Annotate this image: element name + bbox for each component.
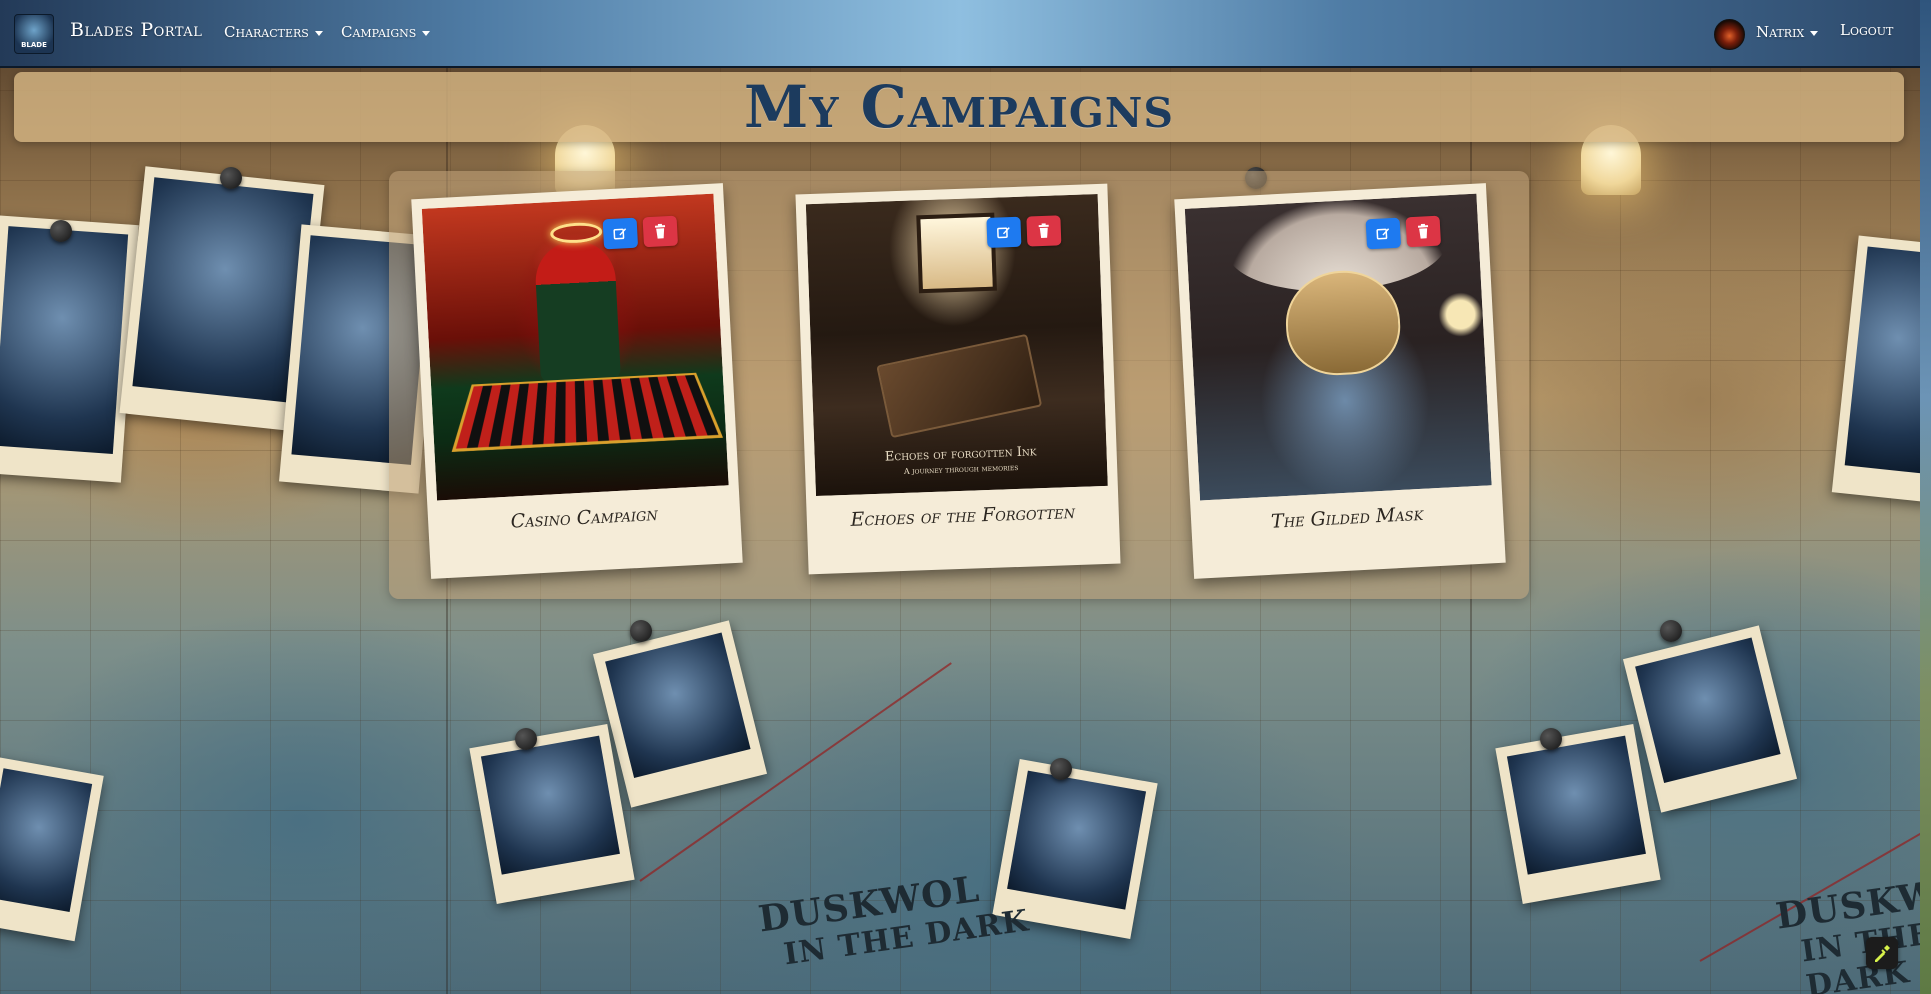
title-banner: My Campaigns [14, 72, 1904, 142]
user-name: Natrix [1756, 23, 1805, 41]
trash-icon [1038, 223, 1049, 239]
user-avatar[interactable] [1714, 19, 1745, 50]
portrait-photo [1495, 724, 1661, 904]
pushpin [515, 728, 537, 750]
campaign-image[interactable]: Echoes of forgotten Ink A journey throug… [805, 194, 1108, 497]
pushpin [1540, 728, 1562, 750]
caret-down-icon [422, 30, 431, 36]
edit-campaign-button[interactable] [1365, 217, 1402, 250]
brand-name[interactable]: Blades Portal [70, 19, 202, 41]
caret-down-icon [1810, 30, 1819, 36]
pencil-square-icon [613, 228, 627, 240]
eyedropper-icon [1875, 945, 1890, 962]
user-menu-dropdown[interactable]: Natrix [1756, 23, 1819, 41]
campaign-title: Echoes of the Forgotten [850, 501, 1076, 531]
brand-logo[interactable]: BLADE [14, 14, 54, 54]
logout-link[interactable]: Logout [1840, 21, 1893, 39]
delete-campaign-button[interactable] [642, 215, 679, 248]
pencil-square-icon [1376, 228, 1390, 240]
caret-down-icon [314, 30, 323, 36]
pushpin [1050, 758, 1072, 780]
edit-campaign-button[interactable] [602, 217, 639, 250]
campaign-card[interactable]: The Gilded Mask [1174, 183, 1506, 579]
pushpin [220, 167, 242, 189]
nav-characters-dropdown[interactable]: Characters [224, 23, 323, 41]
portrait-photo [0, 215, 139, 483]
cover-text: Echoes of forgotten Ink A journey throug… [884, 444, 1037, 476]
eyedropper-widget-button[interactable] [1866, 937, 1898, 969]
pushpin [630, 620, 652, 642]
campaign-title: Casino Campaign [510, 502, 659, 533]
window-edge [1920, 0, 1931, 994]
pushpin [50, 220, 72, 242]
pushpin [1660, 620, 1682, 642]
campaign-image[interactable] [421, 193, 729, 501]
campaigns-panel: Casino Campaign Echoes of forgotten Ink … [389, 171, 1529, 599]
campaign-card[interactable]: Echoes of forgotten Ink A journey throug… [795, 183, 1121, 575]
portrait-photo [469, 724, 635, 904]
delete-campaign-button[interactable] [1405, 215, 1442, 248]
pencil-square-icon [997, 227, 1010, 239]
campaign-image[interactable] [1184, 193, 1492, 501]
delete-campaign-button[interactable] [1026, 215, 1062, 247]
nav-characters-label: Characters [224, 23, 309, 41]
campaign-title: The Gilded Mask [1270, 502, 1424, 533]
page-title: My Campaigns [744, 73, 1174, 141]
campaign-card[interactable]: Casino Campaign [411, 183, 743, 579]
nav-campaigns-dropdown[interactable]: Campaigns [341, 23, 431, 41]
edit-campaign-button[interactable] [986, 216, 1022, 248]
nav-campaigns-label: Campaigns [341, 23, 417, 41]
trash-icon [654, 223, 666, 239]
top-navbar: BLADE Blades Portal Characters Campaigns… [0, 0, 1920, 68]
trash-icon [1417, 223, 1429, 239]
